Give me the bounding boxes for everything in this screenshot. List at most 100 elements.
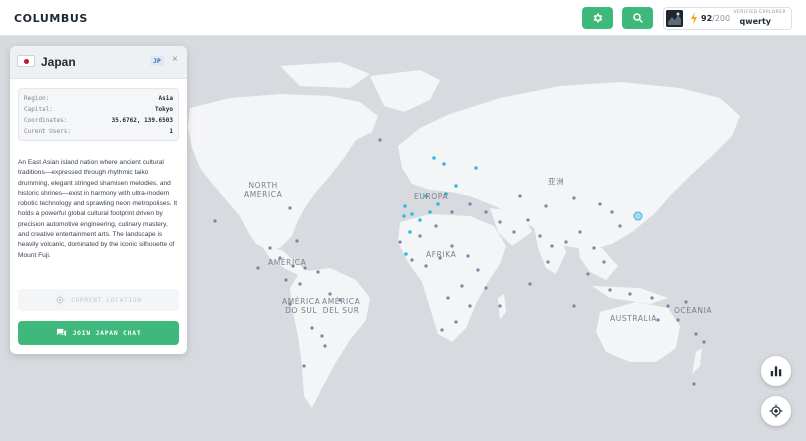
- map-marker: [320, 334, 324, 338]
- map-marker: [676, 318, 680, 322]
- map-marker: [268, 246, 272, 250]
- country-info-table: Region: Asia Capital: Tokyo Coordinates:…: [18, 88, 179, 141]
- map-marker: [572, 196, 576, 200]
- map-marker: [468, 304, 472, 308]
- map-marker: [618, 224, 622, 228]
- map-marker: [323, 344, 327, 348]
- top-bar: COLUMBUS 92/200 VERIFIED EXPLORER qwerty: [0, 0, 806, 36]
- info-value: 35.6762, 139.6503: [111, 117, 173, 124]
- map-marker-active: [428, 210, 432, 214]
- map-marker: [702, 340, 706, 344]
- map-marker-active: [403, 204, 407, 208]
- gear-icon: [593, 13, 602, 23]
- map-marker: [538, 234, 542, 238]
- map-marker: [608, 288, 612, 292]
- map-marker-active: [432, 156, 436, 160]
- info-key: Region:: [24, 95, 50, 102]
- map-label-america: AMÉRICA: [268, 258, 307, 267]
- info-key: Capital:: [24, 106, 53, 113]
- info-value: Asia: [158, 95, 173, 102]
- current-location-button[interactable]: CURRENT LOCATION: [18, 289, 179, 311]
- map-label-asia: 亚洲: [548, 177, 565, 186]
- join-chat-label: JOIN JAPAN CHAT: [72, 329, 142, 337]
- map-marker: [468, 202, 472, 206]
- map-marker-active: [454, 184, 458, 188]
- info-row: Region: Asia: [24, 95, 173, 105]
- energy-max: /200: [712, 14, 731, 23]
- map-marker: [288, 206, 292, 210]
- map-marker: [450, 210, 454, 214]
- current-location-label: CURRENT LOCATION: [71, 296, 142, 304]
- energy-current: 92: [701, 14, 713, 23]
- app-logo[interactable]: COLUMBUS: [14, 12, 88, 25]
- map-label-africa: AFRIKA: [426, 250, 457, 259]
- map-marker: [578, 230, 582, 234]
- map-marker: [298, 282, 302, 286]
- lightning-icon: [691, 12, 697, 25]
- chat-icon: [56, 328, 66, 337]
- japan-flag-icon: [17, 55, 35, 67]
- map-label-australia: AUSTRALIA: [610, 314, 657, 323]
- info-row: Capital: Tokyo: [24, 106, 173, 116]
- map-marker: [213, 219, 217, 223]
- map-marker: [418, 234, 422, 238]
- map-marker: [628, 292, 632, 296]
- map-marker-active: [418, 218, 422, 222]
- map-marker-active: [474, 166, 478, 170]
- map-marker: [666, 304, 670, 308]
- verified-label: VERIFIED EXPLORER: [733, 10, 786, 15]
- crosshair-icon: [769, 404, 783, 418]
- map-marker: [310, 326, 314, 330]
- info-value: 1: [169, 128, 173, 135]
- info-value: Tokyo: [154, 106, 173, 113]
- map-marker: [610, 210, 614, 214]
- map-marker: [544, 204, 548, 208]
- map-marker: [546, 260, 550, 264]
- map-marker: [526, 218, 530, 222]
- panel-header: Japan JP ×: [10, 46, 187, 79]
- map-marker: [694, 332, 698, 336]
- selected-country-marker: [633, 211, 643, 221]
- map-marker-active: [442, 162, 446, 166]
- map-marker: [398, 240, 402, 244]
- map-label-america-sur: AMÉRICA DEL SUR: [322, 297, 361, 315]
- map-marker: [410, 258, 414, 262]
- map-marker: [498, 220, 502, 224]
- map-marker: [446, 296, 450, 300]
- map-marker: [598, 202, 602, 206]
- country-panel: Japan JP × Region: Asia Capital: Tokyo C…: [10, 46, 187, 354]
- map-marker: [602, 260, 606, 264]
- search-button[interactable]: [622, 7, 653, 29]
- username: qwerty: [739, 17, 771, 26]
- join-chat-button[interactable]: JOIN JAPAN CHAT: [18, 321, 179, 345]
- settings-button[interactable]: [582, 7, 613, 29]
- info-row: Coordinates: 35.6762, 139.6503: [24, 117, 173, 127]
- map-label-north-america: NORTH AMERICA: [244, 181, 283, 199]
- country-name: Japan: [41, 55, 76, 69]
- map-marker: [256, 266, 260, 270]
- locate-me-button[interactable]: [761, 396, 791, 426]
- map-marker: [684, 300, 688, 304]
- bar-chart-icon: [770, 366, 782, 377]
- map-marker-active: [436, 202, 440, 206]
- country-description: An East Asian island nation where ancien…: [18, 159, 178, 259]
- map-marker: [466, 254, 470, 258]
- avatar[interactable]: [666, 10, 683, 27]
- map-marker-active: [404, 252, 408, 256]
- close-icon[interactable]: ×: [172, 54, 178, 65]
- energy-counter: 92/200: [701, 14, 730, 23]
- map-marker: [476, 268, 480, 272]
- map-marker: [512, 230, 516, 234]
- map-marker: [454, 320, 458, 324]
- map-marker: [586, 272, 590, 276]
- landmass-australia: [596, 302, 680, 362]
- info-key: Curent Users:: [24, 128, 71, 135]
- map-marker: [498, 304, 502, 308]
- user-profile-box[interactable]: 92/200 VERIFIED EXPLORER qwerty: [663, 7, 792, 30]
- stats-button[interactable]: [761, 356, 791, 386]
- map-marker: [450, 244, 454, 248]
- map-label-europe: EUROPA: [414, 192, 449, 201]
- map-marker: [460, 284, 464, 288]
- location-target-icon: [55, 295, 65, 305]
- map-marker: [434, 224, 438, 228]
